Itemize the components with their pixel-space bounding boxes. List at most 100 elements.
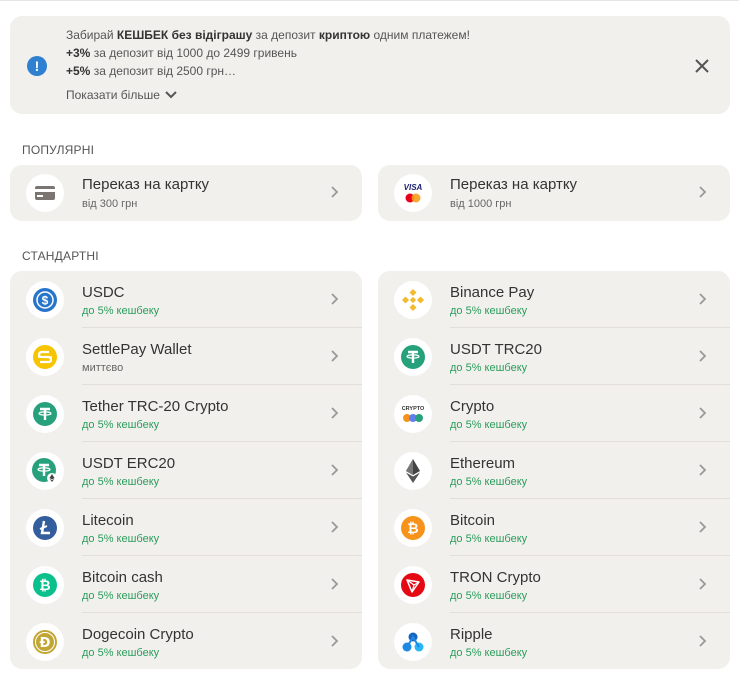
show-more-button[interactable]: Показати більше bbox=[66, 88, 178, 102]
standard-methods-right: Binance Pay до 5% кешбеку USDT TRC20 до … bbox=[378, 271, 730, 669]
chevron-right-icon bbox=[699, 186, 707, 198]
option-title: Bitcoin cash bbox=[82, 569, 163, 586]
payment-option-bitcoin[interactable]: ₿ Bitcoin до 5% кешбеку bbox=[378, 499, 730, 556]
card-icon bbox=[26, 174, 64, 212]
usdt-trc20-icon bbox=[394, 338, 432, 376]
close-icon[interactable] bbox=[692, 56, 712, 76]
payment-option-usdc[interactable]: $ USDC до 5% кешбеку bbox=[10, 271, 362, 328]
tether-icon bbox=[26, 395, 64, 433]
section-title-standard: СТАНДАРТНІ bbox=[22, 249, 99, 263]
bitcoin-cash-icon: ₿ bbox=[26, 566, 64, 604]
promo-line-2: +3% за депозит від 1000 до 2499 гривень bbox=[66, 46, 297, 60]
chevron-right-icon bbox=[331, 578, 339, 590]
info-icon: ! bbox=[27, 56, 47, 76]
option-subtitle: до 5% кешбеку bbox=[82, 590, 160, 602]
dogecoin-icon: Ð bbox=[26, 623, 64, 661]
chevron-right-icon bbox=[699, 350, 707, 362]
payment-option-binance-pay[interactable]: Binance Pay до 5% кешбеку bbox=[378, 271, 730, 328]
svg-text:₿: ₿ bbox=[407, 521, 418, 537]
chevron-right-icon bbox=[331, 635, 339, 647]
list-item[interactable]: VISA Переказ на картку від 1000 грн bbox=[378, 165, 730, 222]
binance-icon bbox=[394, 281, 432, 319]
option-title: USDT TRC20 bbox=[450, 341, 542, 358]
option-subtitle: до 5% кешбеку bbox=[450, 362, 528, 374]
option-title: Tether TRC-20 Crypto bbox=[82, 398, 229, 415]
option-title: USDT ERC20 bbox=[82, 455, 176, 472]
crypto-icon: CRYPTO bbox=[394, 395, 432, 433]
option-title: TRON Crypto bbox=[450, 569, 541, 586]
visa-mastercard-icon: VISA bbox=[394, 174, 432, 212]
chevron-right-icon bbox=[331, 350, 339, 362]
settlepay-icon bbox=[26, 338, 64, 376]
chevron-right-icon bbox=[699, 293, 707, 305]
option-title: Ethereum bbox=[450, 455, 516, 472]
promo-line-3: +5% за депозит від 2500 грн… bbox=[66, 64, 237, 78]
litecoin-icon bbox=[26, 509, 64, 547]
option-title: USDC bbox=[82, 284, 125, 301]
option-subtitle: до 5% кешбеку bbox=[450, 476, 528, 488]
top-divider bbox=[0, 0, 739, 1]
section-title-popular: ПОПУЛЯРНІ bbox=[22, 143, 95, 157]
payment-option-tron[interactable]: TRON Crypto до 5% кешбеку bbox=[378, 556, 730, 613]
payment-option-tether-trc20[interactable]: Tether TRC-20 Crypto до 5% кешбеку bbox=[10, 385, 362, 442]
chevron-right-icon bbox=[331, 186, 339, 198]
option-subtitle: від 300 грн bbox=[82, 198, 138, 210]
chevron-right-icon bbox=[699, 464, 707, 476]
option-subtitle: до 5% кешбеку bbox=[450, 419, 528, 431]
option-title: Ripple bbox=[450, 626, 493, 643]
option-title: Crypto bbox=[450, 398, 495, 415]
option-subtitle: до 5% кешбеку bbox=[450, 305, 528, 317]
option-subtitle: від 1000 грн bbox=[450, 198, 512, 210]
chevron-right-icon bbox=[699, 578, 707, 590]
chevron-right-icon bbox=[331, 407, 339, 419]
svg-text:VISA: VISA bbox=[404, 183, 423, 192]
promo-text: Забирай КЕШБЕК без відіграшу за депозит … bbox=[66, 26, 470, 80]
option-subtitle: до 5% кешбеку bbox=[82, 419, 160, 431]
option-title: Переказ на картку bbox=[450, 176, 578, 193]
option-title: Dogecoin Crypto bbox=[82, 626, 194, 643]
svg-text:₿: ₿ bbox=[39, 578, 50, 594]
payment-option-ripple[interactable]: Ripple до 5% кешбеку bbox=[378, 613, 730, 670]
ripple-icon bbox=[394, 623, 432, 661]
payment-option-settlepay[interactable]: SettlePay Wallet миттєво bbox=[10, 328, 362, 385]
chevron-right-icon bbox=[331, 464, 339, 476]
payment-option-dogecoin[interactable]: Ð Dogecoin Crypto до 5% кешбеку bbox=[10, 613, 362, 670]
chevron-right-icon bbox=[699, 521, 707, 533]
option-title: Litecoin bbox=[82, 512, 134, 529]
svg-text:Ð: Ð bbox=[40, 636, 51, 651]
option-title: Bitcoin bbox=[450, 512, 496, 529]
bitcoin-icon: ₿ bbox=[394, 509, 432, 547]
payment-option-card-visa[interactable]: VISA Переказ на картку від 1000 грн bbox=[378, 165, 730, 221]
option-title: SettlePay Wallet bbox=[82, 341, 192, 358]
show-more-label: Показати більше bbox=[66, 88, 160, 102]
option-subtitle: до 5% кешбеку bbox=[450, 647, 528, 659]
payment-option-crypto[interactable]: CRYPTO Crypto до 5% кешбеку bbox=[378, 385, 730, 442]
svg-text:$: $ bbox=[42, 294, 49, 308]
tron-icon bbox=[394, 566, 432, 604]
payment-option-bitcoin-cash[interactable]: ₿ Bitcoin cash до 5% кешбеку bbox=[10, 556, 362, 613]
option-subtitle: до 5% кешбеку bbox=[450, 533, 528, 545]
payment-option-usdt-trc20[interactable]: USDT TRC20 до 5% кешбеку bbox=[378, 328, 730, 385]
option-subtitle: до 5% кешбеку bbox=[82, 305, 160, 317]
promo-line-1: Забирай КЕШБЕК без відіграшу за депозит … bbox=[66, 28, 470, 42]
chevron-right-icon bbox=[331, 521, 339, 533]
option-title: Переказ на картку bbox=[82, 176, 210, 193]
option-title: Binance Pay bbox=[450, 284, 535, 301]
usdc-icon: $ bbox=[26, 281, 64, 319]
chevron-right-icon bbox=[699, 635, 707, 647]
option-subtitle: до 5% кешбеку bbox=[82, 647, 160, 659]
chevron-right-icon bbox=[331, 293, 339, 305]
ethereum-icon bbox=[394, 452, 432, 490]
usdt-erc20-icon bbox=[26, 452, 64, 490]
payment-option-litecoin[interactable]: Litecoin до 5% кешбеку bbox=[10, 499, 362, 556]
payment-option-card-transfer[interactable]: Переказ на картку від 300 грн bbox=[10, 165, 362, 221]
chevron-down-icon bbox=[165, 91, 177, 99]
svg-text:CRYPTO: CRYPTO bbox=[402, 406, 425, 412]
payment-option-usdt-erc20[interactable]: USDT ERC20 до 5% кешбеку bbox=[10, 442, 362, 499]
option-subtitle: до 5% кешбеку bbox=[450, 590, 528, 602]
option-subtitle: миттєво bbox=[82, 362, 124, 374]
standard-methods-left: $ USDC до 5% кешбеку SettlePay Wallet ми… bbox=[10, 271, 362, 669]
payment-option-ethereum[interactable]: Ethereum до 5% кешбеку bbox=[378, 442, 730, 499]
list-item[interactable]: Переказ на картку від 300 грн bbox=[10, 165, 362, 222]
cashback-promo-banner: ! Забирай КЕШБЕК без відіграшу за депози… bbox=[10, 16, 730, 114]
